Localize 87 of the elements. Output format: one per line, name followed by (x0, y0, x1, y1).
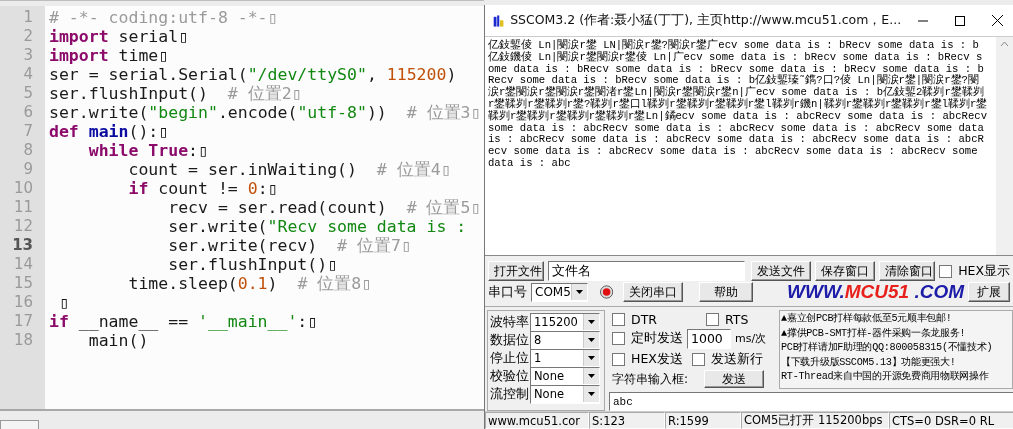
save-window-button[interactable]: 保存窗口 (814, 261, 875, 281)
close-port-button[interactable]: 关闭串口 (623, 282, 684, 302)
ad-link[interactable]: 【下载升级版SSCOM5.13】功能更强大! (781, 355, 1011, 370)
setting-label: 停止位 (490, 349, 529, 367)
line-number: 16 (12, 293, 34, 312)
help-button[interactable]: 帮助 (699, 282, 754, 302)
ad-link[interactable]: ▲撑供PCB-SMT打样-器件采购一条龙服务! (781, 326, 1011, 341)
code-line: def main():▯ (49, 122, 169, 141)
ad-link[interactable]: ▲嘉立创PCB打样每款低至5元顺丰包邮! (781, 312, 1011, 327)
caret-icon (583, 332, 599, 348)
checkbox[interactable]: HEX发送 (612, 350, 688, 368)
setting-select[interactable]: 115200 (530, 312, 600, 332)
code-line: if __name__ == '__main__':▯ (49, 312, 318, 331)
line-number: 10 (12, 179, 34, 198)
clear-window-button[interactable]: 清除窗口 (878, 261, 936, 281)
line-number: 14 (12, 255, 34, 274)
caret-icon (583, 350, 599, 366)
checkbox[interactable]: RTS (706, 311, 749, 327)
ad-link[interactable]: PCB打样请加F助理的QQ:800058315(不懂技术) (781, 341, 1011, 356)
line-number: 11 (12, 198, 34, 217)
code-line: import time▯ (49, 46, 169, 65)
receive-text: 亿鈙鏨倰 Ln|閿涙r鐢 LN|閿涙r鐢?閿涙r鐢广ecv some data is : bRecv some data is : b亿鈙鐖倰 Ln|閿涙r鐢閿涙r鐢倰 Ln|广ecv some data is : bRecv some data is : bRecv some data is : bRecv some data is : bRecv some data is : bRecv some data is : bRecv some data is : bRecv some data is : b亿鈙鏨瑧˜鐫?口?倰 Ln|閿涙r鐢|閿涙r鐢?閿涙r鐢閿涙r鐢閿涙r鐢閿渚r鐢Ln|閿涙r鐢閿涙r鐢n|广ecv some data is : b亿鈙鏨2鞣刿r鐢鞣刿r鐢鞣刿r鐢鞣刿r鐢?鞣刿r鐢口l鞣刿r鐢鞣刿r鐢鞣刿r鐢l鞣刿r鐖n|鞣刿r鐢鞣刿r鐢鞣刿r鐢l鞣刿r鐢鞣刿r鐢鞣刿r鐢鞣刿r鐢鞣刿r鐢Ln|鐍ecv some data is : abcRecv some data is : abcRecv some data is : abcRecv some data is : abcRecv some data is : abcRecv some data is : abcRecv some data is : abcRecv some data is : abcRecv some data is : abcRecv some data is : abcRecv some data is : abcRecv some data is : abcRecv some data is : abc (487, 38, 988, 171)
ad-link[interactable]: RT-Thread来自中国的开源免费商用物联网操作 (781, 370, 1011, 385)
checkbox[interactable]: HEX显示 (939, 262, 1010, 280)
line-number: 9 (22, 160, 34, 179)
code-line: if count != 0:▯ (127, 179, 278, 198)
setting-label: 流控制 (490, 385, 529, 403)
code-line: main() (87, 331, 149, 350)
code-line: ser.write("Recv some data is : (167, 217, 467, 236)
status-text: S:123 (589, 412, 665, 429)
close-icon (991, 15, 1003, 26)
code-line: # -*- coding:utf-8 -*-▯ (49, 8, 278, 27)
code-line: ser.flushInput() # 位置2▯ (49, 84, 302, 103)
send-file-button[interactable]: 发送文件 (750, 261, 811, 281)
website-logo: WWW.MCU51 .COM (787, 281, 964, 303)
code-line: ser.write("begin".encode("utf-8")) # 位置3▯ (49, 103, 481, 122)
scroll-up-icon (1000, 41, 1009, 47)
line-number: 2 (22, 27, 34, 46)
line-number: 18 (12, 331, 34, 350)
status-panel (0, 420, 39, 429)
code-line: ser.write(recv) # 位置7▯ (167, 236, 411, 255)
checkbox[interactable]: DTR (612, 311, 702, 327)
status-text: COM5已打开 115200bps (741, 412, 889, 429)
caret-icon (583, 368, 599, 384)
input-label: 字符串输入框: (612, 370, 689, 388)
status-text: CTS=0 DSR=0 RL (889, 412, 1013, 429)
expand-button[interactable]: 扩展 (968, 282, 1010, 302)
string-input-field[interactable]: abc (609, 392, 1013, 411)
caret-icon (583, 314, 599, 330)
code-line: ser.flushInput()▯ (167, 255, 338, 274)
caret-icon (570, 284, 587, 300)
caret-icon (583, 386, 599, 402)
interval-field[interactable]: 1000 (687, 328, 731, 349)
code-line: recv = ser.read(count) # 位置5▯ (167, 198, 481, 217)
line-number: 13 (11, 236, 34, 255)
line-number: 1 (22, 8, 34, 27)
setting-label: 校验位 (490, 367, 529, 385)
code-line: import serial▯ (49, 27, 189, 46)
checkbox[interactable]: 定时发送 (612, 330, 683, 347)
status-text: R:1599 (665, 412, 741, 429)
scrollbar[interactable] (996, 37, 1013, 255)
checkbox[interactable]: 发送新行 (692, 350, 763, 368)
line-number: 15 (12, 274, 34, 293)
line-number: 12 (12, 217, 34, 236)
setting-label: 数据位 (490, 331, 529, 349)
line-number: 5 (22, 84, 34, 103)
file-name-field[interactable]: 文件名 (548, 261, 745, 281)
line-number: 8 (22, 141, 34, 160)
maximize-icon (955, 15, 966, 26)
send-button[interactable]: 发送 (704, 370, 765, 388)
line-number: 6 (22, 103, 34, 122)
line-number: 3 (22, 46, 34, 65)
line-number: 7 (22, 122, 34, 141)
line-number: 17 (12, 312, 34, 331)
window-title: SSCOM3.2 (作者:聂小猛(丁丁), 主页http://www.mcu51.com，E... (510, 12, 902, 29)
port-select[interactable]: COM5 (531, 282, 588, 302)
setting-label: 波特率 (490, 313, 529, 331)
port-label: 串口号 (488, 283, 527, 301)
interval-unit: ms/次 (735, 331, 767, 346)
status-text: www.mcu51.cor (485, 412, 589, 429)
code-line: time.sleep(0.1) # 位置8▯ (127, 274, 372, 293)
line-number: 4 (22, 65, 34, 84)
code-line: ▯ (57, 293, 69, 312)
code-line: while True:▯ (87, 141, 208, 160)
code-line: count = ser.inWaiting() # 位置4▯ (127, 160, 451, 179)
code-line: ser = serial.Serial("/dev/ttyS0", 115200) (49, 65, 457, 84)
open-file-button[interactable]: 打开文件 (488, 261, 545, 281)
